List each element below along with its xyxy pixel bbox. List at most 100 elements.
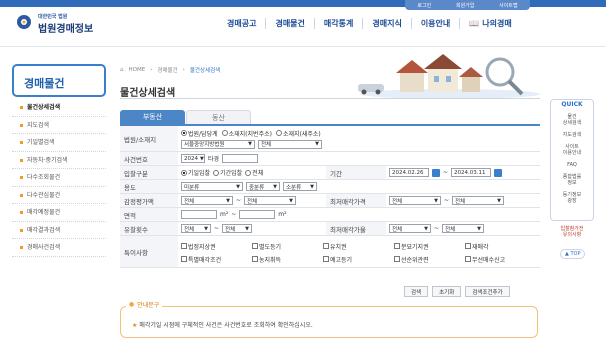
sidebar-item-most-interested[interactable]: 다수관심물건 — [12, 187, 106, 204]
court-logo-icon[interactable] — [16, 14, 32, 30]
radio-court[interactable]: 법원/담당계 — [181, 129, 218, 138]
appraisal-min-select[interactable]: 전체 ▼ — [181, 196, 233, 205]
checkbox-farmland[interactable]: 농지취득 — [252, 255, 320, 264]
scroll-top-button[interactable]: ▲ TOP — [560, 249, 586, 259]
fail-count-label: 유찰횟수 — [120, 222, 178, 235]
quick-registry-plaza[interactable]: 등기정보 광장 — [550, 192, 594, 204]
use-major-value: 미분류 — [184, 184, 200, 191]
sidebar-item-scheduled[interactable]: 매각예정물건 — [12, 204, 106, 222]
radio-icon — [275, 130, 282, 136]
lowest-max-select[interactable]: 전체 ▼ — [452, 196, 505, 205]
radio-selected-icon — [181, 169, 187, 176]
court-branch-select[interactable]: 전체 ▼ — [258, 139, 322, 149]
sidebar-item-map-search[interactable]: 지도검색 — [12, 117, 106, 134]
title-divider — [120, 98, 540, 99]
range-tilde: ~ — [231, 211, 237, 218]
sidebar-item-detail-search[interactable]: 물건상세검색 — [12, 99, 106, 117]
checkbox-grave-site[interactable]: 분묘기지권 — [394, 242, 462, 251]
radio-period-bid[interactable]: 기간입찰 — [213, 168, 242, 177]
form-buttons: 검색 초기화 검색조건추가 — [404, 286, 510, 297]
sidebar-item-label: 기일별검색 — [27, 139, 55, 146]
checkbox-notice-registry[interactable]: 예고등기 — [323, 255, 391, 264]
search-button[interactable]: 검색 — [404, 286, 429, 297]
date-from-input[interactable]: 2024.02.26 — [389, 168, 429, 177]
case-year-select[interactable]: 2024 ▼ — [181, 154, 205, 163]
home-icon[interactable]: ⌂ — [120, 67, 124, 73]
quick-site-guide[interactable]: 사이트 이용안내 — [550, 144, 594, 156]
quick-detail-search[interactable]: 물건 상세검색 — [550, 114, 594, 126]
checkbox-separate-registry[interactable]: 별도등기 — [252, 242, 320, 251]
date-to-input[interactable]: 2024.03.11 — [451, 168, 492, 177]
area-max-input[interactable] — [239, 210, 276, 219]
notice-title: 안내문구 — [137, 302, 160, 309]
logo-title[interactable]: 법원경매정보 — [38, 20, 93, 35]
sidebar-item-most-viewed[interactable]: 다수조회물건 — [12, 169, 106, 187]
radio-label: 소재지(지번주소) — [228, 130, 272, 138]
checkbox-lien[interactable]: 유치권 — [323, 242, 391, 251]
chevron-down-icon: ▼ — [248, 141, 252, 147]
add-condition-button[interactable]: 검색조건추가 — [465, 286, 510, 297]
checkbox-resale[interactable]: 재매각 — [465, 242, 533, 251]
nav-divider — [0, 46, 606, 47]
quick-legal-info[interactable]: 종합법률 정보 — [550, 174, 594, 186]
rate-min-select[interactable]: 전체 ▼ — [389, 224, 431, 233]
checkbox-legal-superficies[interactable]: 법정지상권 — [181, 242, 249, 251]
checkbox-wireless-report[interactable]: 무선매수신고 — [465, 255, 533, 264]
nav-auction-notice[interactable]: 경매공고 — [218, 18, 265, 29]
checkbox-special-conditions[interactable]: 특별매각조건 — [181, 255, 249, 264]
checkbox-senior-rights[interactable]: 선순위관련 — [394, 255, 462, 264]
login-link[interactable]: 로그인 — [417, 2, 431, 9]
lowest-min-select[interactable]: 전체 ▼ — [389, 196, 441, 205]
use-minor-select[interactable]: 소분류 ▼ — [283, 182, 317, 191]
book-icon: 📖 — [469, 19, 480, 28]
quick-bid-caution[interactable]: 입찰참가전 유의사항 — [552, 226, 592, 238]
court-select[interactable]: 서울중앙지방법원 ▼ — [181, 139, 255, 149]
quick-map-search[interactable]: 지도검색 — [550, 132, 594, 138]
fail-max-select[interactable]: 전체 ▼ — [222, 224, 253, 233]
calendar-icon[interactable] — [494, 168, 503, 177]
reset-button[interactable]: 초기화 — [432, 286, 462, 297]
nav-usage-guide[interactable]: 이용안내 — [410, 18, 459, 29]
sitemap-link[interactable]: 사이트맵 — [499, 2, 517, 9]
sidebar-item-case-search[interactable]: 경매사건검색 — [12, 239, 106, 257]
notice-heading: ● 안내문구 — [126, 300, 163, 309]
calendar-icon[interactable] — [432, 168, 440, 177]
chevron-down-icon: ▼ — [273, 183, 277, 190]
use-major-select[interactable]: 미분류 ▼ — [181, 182, 243, 191]
bullet-icon — [20, 193, 23, 197]
tab-real-estate[interactable]: 부동산 — [120, 110, 185, 124]
sidebar-item-vehicle-search[interactable]: 자동차·중기검색 — [12, 152, 106, 169]
area-label: 면적 — [120, 208, 178, 221]
rate-max-select[interactable]: 전체 ▼ — [442, 224, 485, 233]
radio-label: 소재지(새주소) — [282, 130, 321, 138]
signup-link[interactable]: 회원가입 — [456, 2, 474, 9]
quick-faq[interactable]: FAQ — [550, 162, 594, 168]
use-middle-select[interactable]: 중분류 ▼ — [246, 182, 280, 191]
nav-my-auction[interactable]: 📖 나의경매 — [459, 18, 512, 29]
lowest-max-value: 전체 — [455, 198, 466, 205]
fail-min-select[interactable]: 전체 ▼ — [181, 224, 211, 233]
appraisal-max-value: 전체 — [247, 198, 258, 205]
bullet-icon — [20, 123, 23, 127]
range-tilde: ~ — [434, 225, 440, 232]
nav-auction-knowledge[interactable]: 경매지식 — [362, 18, 410, 29]
sidebar-item-results[interactable]: 매각결과검색 — [12, 222, 106, 239]
radio-road-address[interactable]: 소재지(새주소) — [275, 129, 321, 138]
breadcrumb-home[interactable]: HOME — [129, 67, 146, 73]
radio-all-bid[interactable]: 전체 — [245, 168, 263, 177]
tab-movable-property[interactable]: 동산 — [186, 110, 251, 124]
special-label: 특이사항 — [120, 236, 178, 267]
nav-sale-stats[interactable]: 매각통계 — [313, 18, 362, 29]
breadcrumb-items[interactable]: 경매물건 — [157, 66, 177, 74]
sidebar-item-date-search[interactable]: 기일별검색 — [12, 134, 106, 152]
bullet-icon — [20, 211, 23, 214]
case-number-input[interactable] — [222, 154, 259, 163]
radio-lot-address[interactable]: 소재지(지번주소) — [221, 129, 272, 138]
nav-auction-items[interactable]: 경매물건 — [265, 18, 313, 29]
use-middle-value: 중분류 — [249, 184, 265, 191]
area-min-input[interactable] — [181, 210, 217, 219]
checkbox-icon — [252, 256, 258, 262]
chevron-up-icon: ▲ — [565, 251, 569, 257]
radio-date-bid[interactable]: 기일입찰 — [181, 168, 210, 177]
appraisal-max-select[interactable]: 전체 ▼ — [244, 196, 297, 205]
